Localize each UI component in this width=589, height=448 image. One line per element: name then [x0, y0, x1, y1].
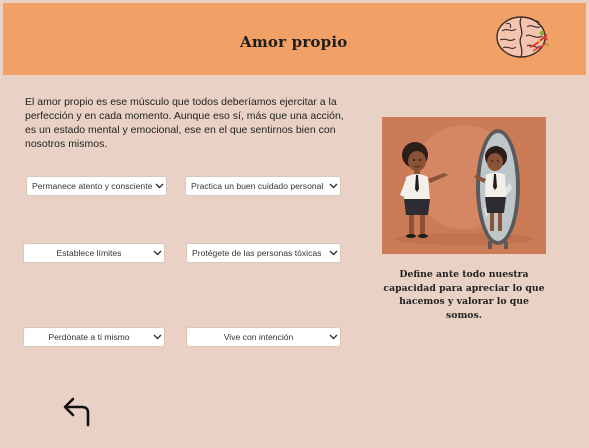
dropdown-label: Practica un buen cuidado personal: [191, 181, 324, 191]
dropdown-label: Protégete de las personas tóxicas: [192, 248, 322, 258]
brain-icon: [496, 16, 550, 58]
chevron-down-icon: [326, 328, 340, 346]
illustration-caption: Define ante todo nuestra capacidad para …: [383, 269, 545, 321]
woman-mirror-illustration: [382, 117, 546, 254]
chevron-down-icon: [326, 244, 340, 262]
dropdown-label: Establece límites: [56, 248, 122, 258]
dropdown-perdonate[interactable]: Perdónate a ti mismo: [23, 327, 165, 347]
chevron-down-icon: [152, 177, 166, 195]
chevron-down-icon: [150, 244, 164, 262]
dropdown-establece-limites[interactable]: Establece límites: [23, 243, 165, 263]
dropdown-protegete[interactable]: Protégete de las personas tóxicas: [186, 243, 341, 263]
header-bar: Amor propio: [3, 3, 586, 75]
return-arrow-icon[interactable]: [60, 395, 94, 429]
chevron-down-icon: [150, 328, 164, 346]
page-title: Amor propio: [240, 33, 348, 51]
dropdown-vive-con-intencion[interactable]: Vive con intención: [186, 327, 341, 347]
dropdown-label: Permanece atento y consciente: [32, 181, 153, 191]
dropdown-permanece-atento[interactable]: Permanece atento y consciente: [26, 176, 167, 196]
intro-paragraph: El amor propio es ese músculo que todos …: [25, 96, 344, 150]
dropdown-label: Perdónate a ti mismo: [48, 332, 130, 342]
dropdown-practica-cuidado[interactable]: Practica un buen cuidado personal: [185, 176, 341, 196]
chevron-down-icon: [326, 177, 340, 195]
dropdown-label: Vive con intención: [223, 332, 294, 342]
